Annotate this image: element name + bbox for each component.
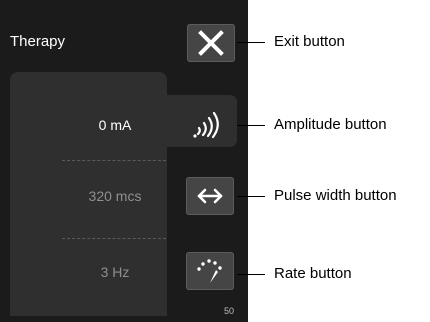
close-icon — [198, 30, 224, 56]
rate-value: 3 Hz — [100, 264, 130, 280]
signal-waves-icon — [193, 111, 219, 139]
therapy-screen: Therapy 0 mA 320 mcs 3 Hz 50 — [0, 0, 248, 322]
callout-rate-label: Rate button — [274, 265, 352, 282]
rate-button[interactable] — [186, 252, 234, 290]
double-arrow-icon — [197, 188, 223, 204]
callout-line-amplitude — [237, 125, 265, 126]
rate-gauge-icon — [197, 259, 222, 283]
screen-title: Therapy — [10, 33, 66, 50]
callout-line-rate — [237, 274, 265, 275]
amplitude-value: 0 mA — [98, 117, 132, 133]
callout-amplitude-label: Amplitude button — [274, 116, 387, 133]
page-number: 50 — [224, 306, 235, 316]
callout-pulse-width-label: Pulse width button — [274, 187, 397, 204]
amplitude-button[interactable] — [185, 106, 233, 144]
callout-line-exit — [237, 42, 265, 43]
pulse-width-button[interactable] — [186, 177, 234, 215]
divider — [62, 238, 166, 239]
callout-line-pulse-width — [237, 196, 265, 197]
callout-exit-label: Exit button — [274, 33, 345, 50]
pulse-width-value: 320 mcs — [88, 188, 142, 204]
divider — [62, 160, 166, 161]
exit-button[interactable] — [187, 24, 235, 62]
